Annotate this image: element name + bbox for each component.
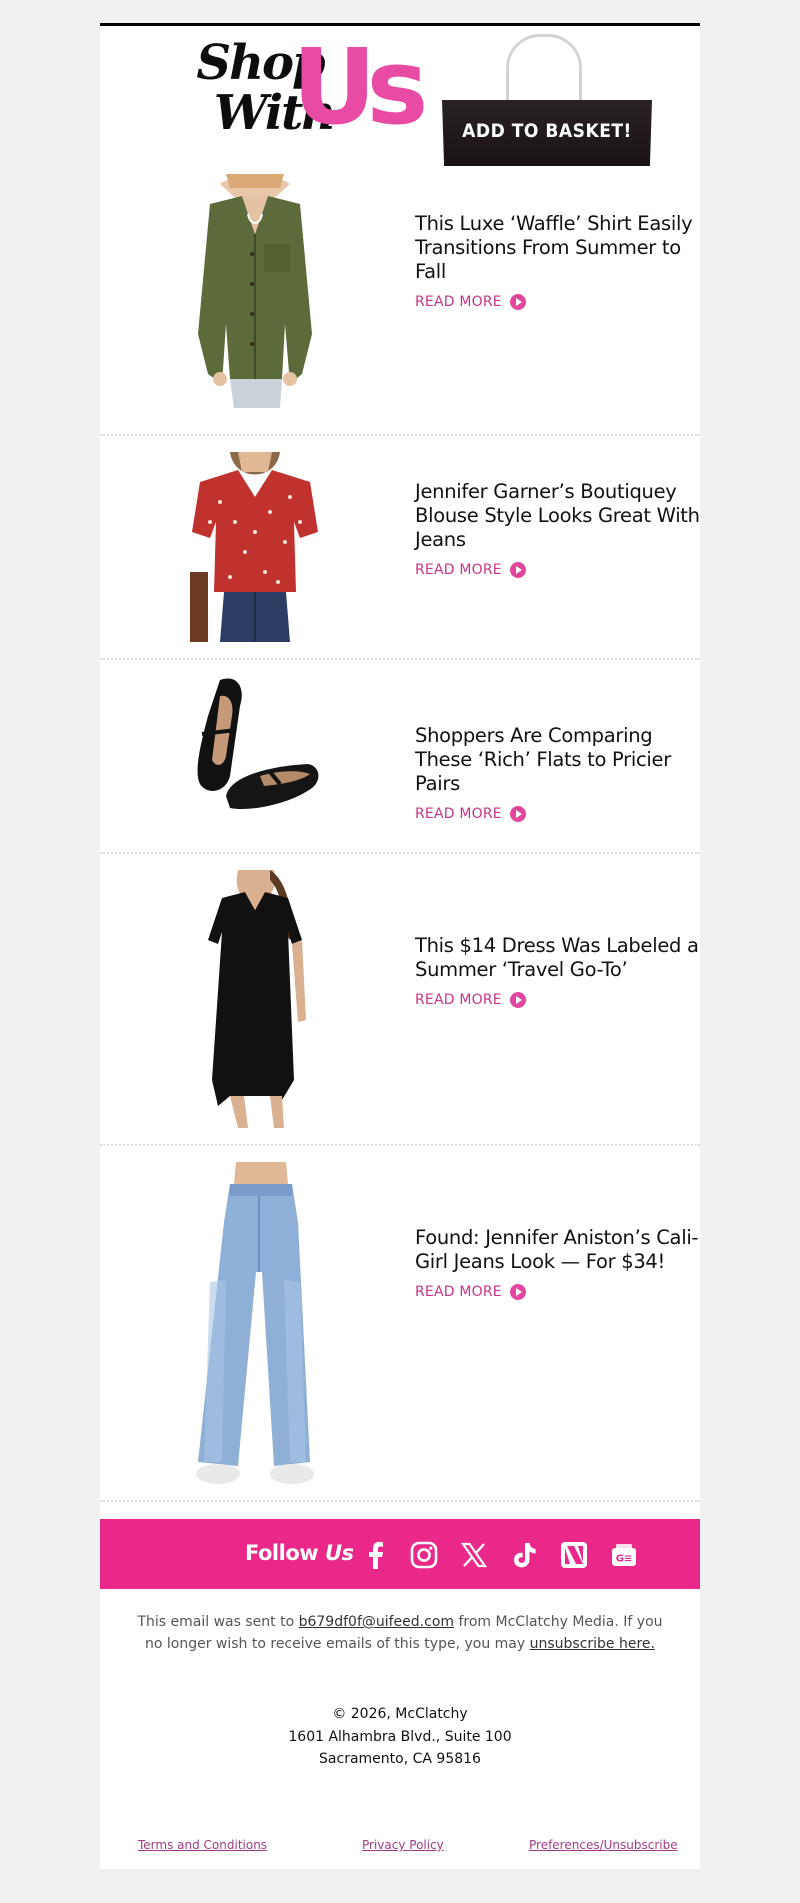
black-tshirt-dress-image bbox=[190, 870, 320, 1128]
article-title[interactable]: Found: Jennifer Aniston’s Cali-Girl Jean… bbox=[415, 1226, 700, 1274]
privacy-policy-link[interactable]: Privacy Policy bbox=[362, 1838, 444, 1852]
article-image[interactable] bbox=[190, 676, 320, 812]
article-text: Found: Jennifer Aniston’s Cali-Girl Jean… bbox=[415, 1226, 700, 1300]
red-floral-blouse-image bbox=[190, 452, 320, 642]
facebook-icon[interactable] bbox=[362, 1541, 390, 1569]
article-text: Shoppers Are Comparing These ‘Rich’ Flat… bbox=[415, 724, 700, 822]
instagram-icon[interactable] bbox=[410, 1541, 438, 1569]
shop-with-us-logo[interactable]: Shop With Us bbox=[160, 32, 430, 158]
article-title[interactable]: Jennifer Garner’s Boutiquey Blouse Style… bbox=[415, 480, 700, 552]
address-line-1: 1601 Alhambra Blvd., Suite 100 bbox=[288, 1728, 512, 1745]
article-title[interactable]: Shoppers Are Comparing These ‘Rich’ Flat… bbox=[415, 724, 700, 796]
arrow-circle-icon bbox=[509, 806, 526, 822]
article-image[interactable] bbox=[190, 174, 320, 408]
article-text: This $14 Dress Was Labeled a Summer ‘Tra… bbox=[415, 934, 700, 1008]
arrow-circle-icon bbox=[509, 1284, 526, 1300]
footer-links: Terms and Conditions Privacy Policy Pref… bbox=[100, 1838, 700, 1856]
follow-brand: Us bbox=[324, 1541, 354, 1565]
notice-prefix: This email was sent to bbox=[137, 1614, 295, 1630]
light-wash-wide-leg-jeans-image bbox=[190, 1162, 320, 1488]
read-more-link[interactable]: READ MORE bbox=[415, 992, 526, 1008]
bag-handle bbox=[506, 34, 582, 104]
read-more-link[interactable]: READ MORE bbox=[415, 562, 526, 578]
company-address: © 2026, McClatchy 1601 Alhambra Blvd., S… bbox=[100, 1703, 700, 1771]
add-to-basket-bag[interactable]: ADD TO BASKET! bbox=[440, 34, 652, 166]
olive-waffle-shirt-image bbox=[190, 174, 320, 408]
email-container: Shop With Us ADD TO BASKET! This Luxe ‘W… bbox=[100, 23, 700, 1869]
copyright-text: © 2026, McClatchy bbox=[332, 1706, 468, 1722]
bag-body: ADD TO BASKET! bbox=[442, 100, 652, 166]
email-notice: This email was sent to b679df0f@uifeed.c… bbox=[130, 1611, 670, 1655]
google-news-icon[interactable]: G≡ bbox=[610, 1541, 638, 1569]
tiktok-icon[interactable] bbox=[510, 1541, 538, 1569]
email-header: Shop With Us ADD TO BASKET! bbox=[100, 26, 700, 168]
article-text: This Luxe ‘Waffle’ Shirt Easily Transiti… bbox=[415, 212, 700, 310]
article-card: Shoppers Are Comparing These ‘Rich’ Flat… bbox=[100, 660, 700, 854]
arrow-circle-icon bbox=[509, 294, 526, 310]
arrow-circle-icon bbox=[509, 562, 526, 578]
address-line-2: Sacramento, CA 95816 bbox=[319, 1751, 481, 1767]
article-title[interactable]: This $14 Dress Was Labeled a Summer ‘Tra… bbox=[415, 934, 700, 982]
read-more-link[interactable]: READ MORE bbox=[415, 294, 526, 310]
read-more-label: READ MORE bbox=[415, 992, 502, 1008]
unsubscribe-link[interactable]: unsubscribe here. bbox=[530, 1636, 655, 1652]
read-more-label: READ MORE bbox=[415, 806, 502, 822]
read-more-link[interactable]: READ MORE bbox=[415, 806, 526, 822]
article-image[interactable] bbox=[190, 870, 320, 1128]
x-icon[interactable] bbox=[460, 1541, 488, 1569]
apple-news-icon[interactable] bbox=[560, 1541, 588, 1569]
preferences-unsubscribe-link[interactable]: Preferences/Unsubscribe bbox=[529, 1838, 678, 1852]
article-card: This $14 Dress Was Labeled a Summer ‘Tra… bbox=[100, 854, 700, 1146]
article-card: Jennifer Garner’s Boutiquey Blouse Style… bbox=[100, 436, 700, 660]
article-text: Jennifer Garner’s Boutiquey Blouse Style… bbox=[415, 480, 700, 578]
article-image[interactable] bbox=[190, 452, 320, 642]
article-card: This Luxe ‘Waffle’ Shirt Easily Transiti… bbox=[100, 168, 700, 436]
article-title[interactable]: This Luxe ‘Waffle’ Shirt Easily Transiti… bbox=[415, 212, 700, 284]
follow-us-bar: Follow Us G≡ bbox=[100, 1519, 700, 1589]
black-mary-jane-flats-image bbox=[190, 676, 320, 812]
add-to-basket-label: ADD TO BASKET! bbox=[462, 120, 632, 142]
arrow-circle-icon bbox=[509, 992, 526, 1008]
follow-text: Follow bbox=[245, 1541, 319, 1565]
terms-link[interactable]: Terms and Conditions bbox=[138, 1838, 267, 1852]
read-more-link[interactable]: READ MORE bbox=[415, 1284, 526, 1300]
read-more-label: READ MORE bbox=[415, 1284, 502, 1300]
us-brand-mark: Us bbox=[292, 26, 428, 148]
read-more-label: READ MORE bbox=[415, 562, 502, 578]
svg-text:G≡: G≡ bbox=[616, 1554, 633, 1565]
recipient-email-link[interactable]: b679df0f@uifeed.com bbox=[299, 1614, 454, 1630]
article-image[interactable] bbox=[190, 1162, 320, 1488]
article-card: Found: Jennifer Aniston’s Cali-Girl Jean… bbox=[100, 1146, 700, 1502]
read-more-label: READ MORE bbox=[415, 294, 502, 310]
follow-us-label: Follow Us bbox=[245, 1541, 354, 1565]
